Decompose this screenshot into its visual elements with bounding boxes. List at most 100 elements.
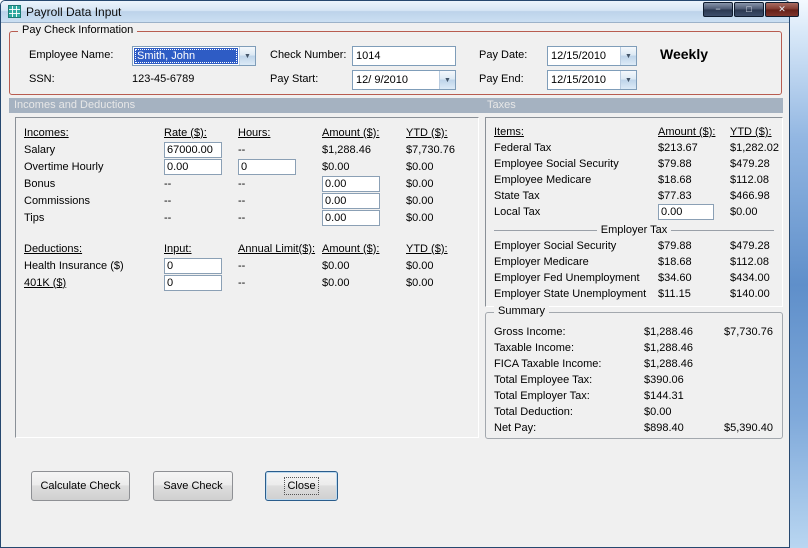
employee-name-combobox[interactable]: Smith, John ▼ xyxy=(132,46,256,66)
pay-end-picker[interactable]: 12/15/2010 ▼ xyxy=(547,70,637,90)
maximize-button[interactable]: □ xyxy=(734,2,764,17)
titlebar[interactable]: Payroll Data Input xyxy=(1,1,789,23)
summary-row-total-employee-tax: Total Employee Tax: $390.06 xyxy=(494,372,774,388)
net-pay-amount: $898.40 xyxy=(644,422,684,434)
pay-start-picker[interactable]: 12/ 9/2010 ▼ xyxy=(352,70,456,90)
local-tax-input[interactable] xyxy=(658,204,714,220)
income-row-bonus: Bonus -- -- $0.00 xyxy=(24,175,470,192)
row-label: Health Insurance ($) xyxy=(24,259,124,272)
salary-rate-input[interactable] xyxy=(164,141,222,158)
pay-frequency-label: Weekly xyxy=(660,46,708,62)
screen: Payroll Data Input Pay Check Information… xyxy=(0,0,808,548)
ssn-label: SSN: xyxy=(29,73,55,85)
tax-row-employer-fed-unemployment: Employer Fed Unemployment $34.60 $434.00 xyxy=(494,270,774,286)
tax-row-employee-ss: Employee Social Security $79.88 $479.28 xyxy=(494,156,774,172)
summary-row-fica: FICA Taxable Income: $1,288.46 xyxy=(494,356,774,372)
row-label: Gross Income: xyxy=(494,326,566,338)
close-button[interactable]: Close xyxy=(265,471,338,501)
pay-start-value: 12/ 9/2010 xyxy=(356,74,408,86)
gross-amount: $1,288.46 xyxy=(644,326,693,338)
paycheck-group-label: Pay Check Information xyxy=(18,24,138,36)
taxes-header-row: Items: Amount ($): YTD ($): xyxy=(494,124,774,140)
row-label: Federal Tax xyxy=(494,142,552,154)
tax-row-employee-medicare: Employee Medicare $18.68 $112.08 xyxy=(494,172,774,188)
col-hours: Hours: xyxy=(238,126,271,139)
overtime-hours-input[interactable] xyxy=(238,158,296,175)
total-deduction-amount: $0.00 xyxy=(644,406,672,418)
col-amount: Amount ($): xyxy=(322,126,380,139)
health-insurance-amount: $0.00 xyxy=(322,259,350,272)
commissions-rate: -- xyxy=(164,194,172,207)
row-label: Employer State Unemployment xyxy=(494,288,647,300)
salary-ytd: $7,730.76 xyxy=(406,143,455,156)
overtime-ytd: $0.00 xyxy=(406,160,434,173)
401k-link[interactable]: 401K ($) xyxy=(24,277,164,289)
chevron-down-icon[interactable]: ▼ xyxy=(620,71,636,89)
employer-medicare-ytd: $112.08 xyxy=(730,256,769,268)
minimize-button[interactable]: − xyxy=(703,2,733,17)
chevron-down-icon[interactable]: ▼ xyxy=(239,47,255,65)
chevron-down-icon[interactable]: ▼ xyxy=(620,47,636,65)
salary-amount: $1,288.46 xyxy=(322,143,371,156)
local-ytd: $0.00 xyxy=(730,206,758,218)
row-label: Commissions xyxy=(24,194,91,207)
row-label: FICA Taxable Income: xyxy=(494,358,602,370)
tax-row-local: Local Tax $0.00 xyxy=(494,204,774,220)
401k-input[interactable] xyxy=(164,274,222,291)
income-row-salary: Salary -- $1,288.46 $7,730.76 xyxy=(24,141,470,158)
summary-row-taxable: Taxable Income: $1,288.46 xyxy=(494,340,774,356)
col-amount: Amount ($): xyxy=(658,126,716,138)
summary-row-total-employer-tax: Total Employer Tax: $144.31 xyxy=(494,388,774,404)
row-label: Tips xyxy=(24,211,45,224)
bonus-ytd: $0.00 xyxy=(406,177,434,190)
close-window-button[interactable]: ✕ xyxy=(765,2,799,17)
save-check-button[interactable]: Save Check xyxy=(153,471,233,501)
chevron-down-icon[interactable]: ▼ xyxy=(439,71,455,89)
row-label: Employer Social Security xyxy=(494,240,617,252)
check-number-input[interactable] xyxy=(352,46,456,66)
401k-amount: $0.00 xyxy=(322,276,350,289)
taxable-amount: $1,288.46 xyxy=(644,342,693,354)
bonus-amount-input[interactable] xyxy=(322,175,380,192)
bonus-rate: -- xyxy=(164,177,172,190)
tax-row-employer-state-unemployment: Employer State Unemployment $11.15 $140.… xyxy=(494,286,774,302)
tips-ytd: $0.00 xyxy=(406,211,434,224)
row-label: Salary xyxy=(24,143,56,156)
employee-medicare-amount: $18.68 xyxy=(658,174,692,186)
close-button-label: Close xyxy=(284,477,319,495)
paycheck-info-group: Pay Check Information Employee Name: Smi… xyxy=(9,24,782,95)
employer-state-unemp-ytd: $140.00 xyxy=(730,288,770,300)
check-number-label: Check Number: xyxy=(270,49,347,61)
total-employee-tax-amount: $390.06 xyxy=(644,374,684,386)
tips-amount-input[interactable] xyxy=(322,209,380,226)
col-rate: Rate ($): xyxy=(164,126,207,139)
employer-ss-amount: $79.88 xyxy=(658,240,692,252)
pay-date-value: 12/15/2010 xyxy=(551,50,607,62)
pay-end-label: Pay End: xyxy=(479,73,524,85)
health-insurance-input[interactable] xyxy=(164,257,222,274)
deduction-row-health-insurance: Health Insurance ($) -- $0.00 $0.00 xyxy=(24,257,470,274)
ssn-value: 123-45-6789 xyxy=(132,73,195,85)
row-label: Employer Medicare xyxy=(494,256,589,268)
row-label: Employee Medicare xyxy=(494,174,592,186)
calculate-check-button[interactable]: Calculate Check xyxy=(31,471,130,501)
row-label: Taxable Income: xyxy=(494,342,575,354)
pay-date-picker[interactable]: 12/15/2010 ▼ xyxy=(547,46,637,66)
row-label: Total Employee Tax: xyxy=(494,374,593,386)
overtime-rate-input[interactable] xyxy=(164,158,222,175)
commissions-ytd: $0.00 xyxy=(406,194,434,207)
incomes-section-header: Incomes and Deductions xyxy=(9,98,482,113)
window-title: Payroll Data Input xyxy=(26,4,122,19)
salary-hours: -- xyxy=(238,143,246,156)
row-label: Employee Social Security xyxy=(494,158,619,170)
taxes-section-header: Taxes xyxy=(482,98,783,113)
desktop-background xyxy=(789,0,808,548)
row-label: Overtime Hourly xyxy=(24,160,104,173)
401k-ytd: $0.00 xyxy=(406,276,434,289)
summary-row-gross: Gross Income: $1,288.46 $7,730.76 xyxy=(494,324,774,340)
summary-group: Summary Gross Income: $1,288.46 $7,730.7… xyxy=(485,305,783,439)
employer-state-unemp-amount: $11.15 xyxy=(658,288,691,300)
commissions-amount-input[interactable] xyxy=(322,192,380,209)
row-label: Total Deduction: xyxy=(494,406,573,418)
summary-row-net-pay: Net Pay: $898.40 $5,390.40 xyxy=(494,420,774,436)
